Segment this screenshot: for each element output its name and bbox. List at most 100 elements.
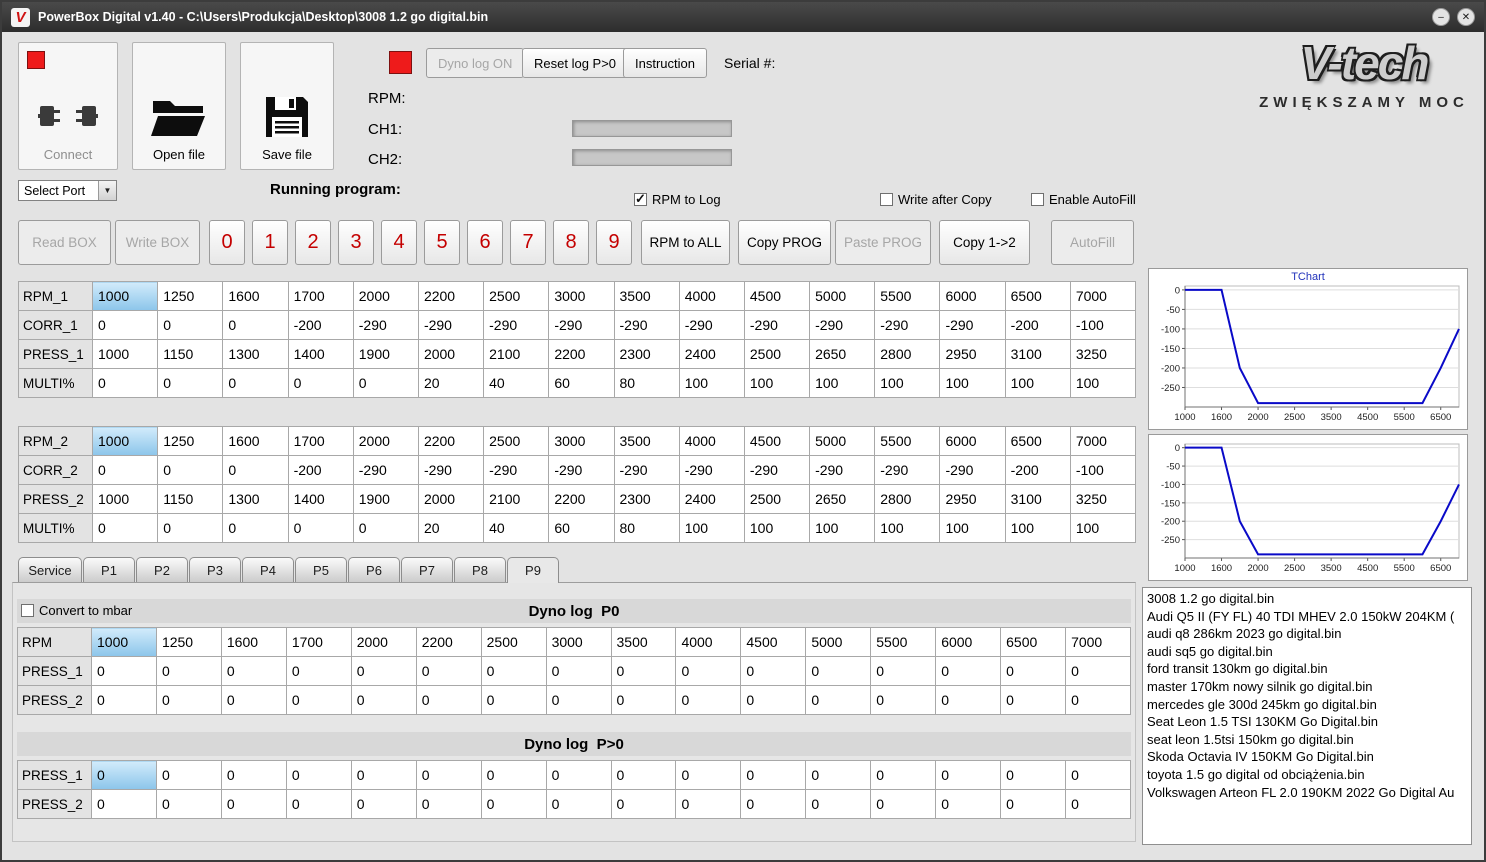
tab-p2[interactable]: P2 <box>136 557 188 582</box>
table-cell[interactable]: 4000 <box>678 281 745 311</box>
table-cell[interactable]: 5000 <box>805 627 872 657</box>
table-cell[interactable]: 1400 <box>287 484 354 514</box>
table-cell[interactable]: 40 <box>483 513 550 543</box>
tab-p3[interactable]: P3 <box>189 557 241 582</box>
table-cell[interactable]: 0 <box>1065 656 1131 686</box>
table-cell[interactable]: 0 <box>222 513 289 543</box>
table-cell[interactable]: 0 <box>480 685 547 715</box>
table-cell[interactable]: 0 <box>935 760 1002 790</box>
table-cell[interactable]: 2400 <box>678 484 745 514</box>
digit-button-0[interactable]: 0 <box>209 220 245 265</box>
table-cell[interactable]: 2000 <box>352 426 419 456</box>
table-cell[interactable]: 0 <box>285 656 352 686</box>
table-cell[interactable]: -100 <box>1069 310 1137 340</box>
table-cell[interactable]: 0 <box>220 760 287 790</box>
table-cell[interactable]: 0 <box>545 685 612 715</box>
write-box-button[interactable]: Write BOX <box>115 220 200 265</box>
table-cell[interactable]: 0 <box>155 685 222 715</box>
table-cell[interactable]: 0 <box>222 455 289 485</box>
table-cell[interactable]: 0 <box>1000 685 1067 715</box>
table-cell[interactable]: 0 <box>287 513 354 543</box>
minimize-button[interactable]: – <box>1432 8 1450 26</box>
table-cell[interactable]: 0 <box>155 789 222 819</box>
table-cell[interactable]: 1300 <box>222 484 289 514</box>
table-cell[interactable]: 0 <box>1000 656 1067 686</box>
tab-p1[interactable]: P1 <box>83 557 135 582</box>
table-cell[interactable]: -290 <box>939 455 1006 485</box>
dyno-log-on-button[interactable]: Dyno log ON <box>426 48 525 78</box>
table-cell[interactable]: -200 <box>1004 455 1071 485</box>
table-cell[interactable]: 2200 <box>548 484 615 514</box>
table-cell[interactable]: 100 <box>1069 513 1137 543</box>
table-cell[interactable]: 20 <box>417 368 485 398</box>
table-cell[interactable]: -290 <box>743 455 811 485</box>
table-cell[interactable]: 6000 <box>935 627 1002 657</box>
table-cell[interactable]: 3100 <box>1004 484 1071 514</box>
file-list-item[interactable]: 3008 1.2 go digital.bin <box>1147 590 1467 608</box>
table-cell[interactable]: 4500 <box>743 281 811 311</box>
table-cell[interactable]: 100 <box>743 368 811 398</box>
table-cell[interactable]: 60 <box>548 513 615 543</box>
table-cell[interactable]: 100 <box>678 368 745 398</box>
table-cell[interactable]: 2000 <box>417 484 485 514</box>
table-cell[interactable]: 0 <box>91 455 159 485</box>
table-cell[interactable]: 0 <box>91 685 157 715</box>
table-cell[interactable]: 0 <box>740 789 807 819</box>
digit-button-9[interactable]: 9 <box>596 220 632 265</box>
table-cell[interactable]: 1300 <box>222 339 289 369</box>
digit-button-1[interactable]: 1 <box>252 220 288 265</box>
table-cell[interactable]: 0 <box>285 789 352 819</box>
table-cell[interactable]: -290 <box>809 455 876 485</box>
table-cell[interactable]: 80 <box>613 513 680 543</box>
table-cell[interactable]: 0 <box>91 310 159 340</box>
table-cell[interactable]: 1600 <box>222 281 289 311</box>
table-cell[interactable]: 0 <box>610 656 677 686</box>
tab-service[interactable]: Service <box>18 557 82 582</box>
rpm-to-all-button[interactable]: RPM to ALL <box>641 220 730 265</box>
table-cell[interactable]: 0 <box>935 685 1002 715</box>
table-cell[interactable]: 20 <box>417 513 485 543</box>
table-cell[interactable]: 3000 <box>545 627 612 657</box>
table-cell[interactable]: 6000 <box>939 281 1006 311</box>
table-cell[interactable]: 0 <box>287 368 354 398</box>
table-cell[interactable]: -290 <box>483 310 550 340</box>
table-cell[interactable]: 2500 <box>483 426 550 456</box>
table-cell[interactable]: 0 <box>352 368 419 398</box>
table-cell[interactable]: 100 <box>1004 513 1071 543</box>
table-cell[interactable]: 0 <box>675 760 742 790</box>
table-cell[interactable]: 0 <box>545 656 612 686</box>
table-cell[interactable]: 5500 <box>874 281 941 311</box>
save-file-button[interactable]: Save file <box>240 42 334 170</box>
table-cell[interactable]: 3000 <box>548 281 615 311</box>
table-cell[interactable]: 1400 <box>287 339 354 369</box>
table-cell[interactable]: 40 <box>483 368 550 398</box>
table-cell[interactable]: 3250 <box>1069 339 1137 369</box>
table-cell[interactable]: 0 <box>805 760 872 790</box>
digit-button-8[interactable]: 8 <box>553 220 589 265</box>
table-cell[interactable]: 100 <box>939 368 1006 398</box>
file-list-item[interactable]: Audi Q5 II (FY FL) 40 TDI MHEV 2.0 150kW… <box>1147 608 1467 626</box>
table-cell[interactable]: 2650 <box>809 484 876 514</box>
table-cell[interactable]: 0 <box>545 789 612 819</box>
table-cell[interactable]: 2100 <box>483 484 550 514</box>
table-cell[interactable]: -290 <box>352 455 419 485</box>
table-cell[interactable]: 0 <box>222 310 289 340</box>
table-cell[interactable]: 2200 <box>417 426 485 456</box>
table-cell[interactable]: 100 <box>743 513 811 543</box>
table-cell[interactable]: 1000 <box>91 281 159 311</box>
table-cell[interactable]: 0 <box>480 760 547 790</box>
table-cell[interactable]: 0 <box>545 760 612 790</box>
table-cell[interactable]: -200 <box>287 310 354 340</box>
table-cell[interactable]: 1000 <box>91 627 157 657</box>
table-cell[interactable]: 0 <box>222 368 289 398</box>
table-cell[interactable]: 0 <box>740 685 807 715</box>
table-cell[interactable]: 2000 <box>352 281 419 311</box>
tab-p7[interactable]: P7 <box>401 557 453 582</box>
digit-button-7[interactable]: 7 <box>510 220 546 265</box>
reset-log-button[interactable]: Reset log P>0 <box>522 48 629 78</box>
table-cell[interactable]: 0 <box>415 656 482 686</box>
file-list-item[interactable]: seat leon 1.5tsi 150km go digital.bin <box>1147 731 1467 749</box>
table-cell[interactable]: 0 <box>870 656 937 686</box>
table-cell[interactable]: 2800 <box>874 484 941 514</box>
file-list-item[interactable]: ford transit 130km go digital.bin <box>1147 660 1467 678</box>
